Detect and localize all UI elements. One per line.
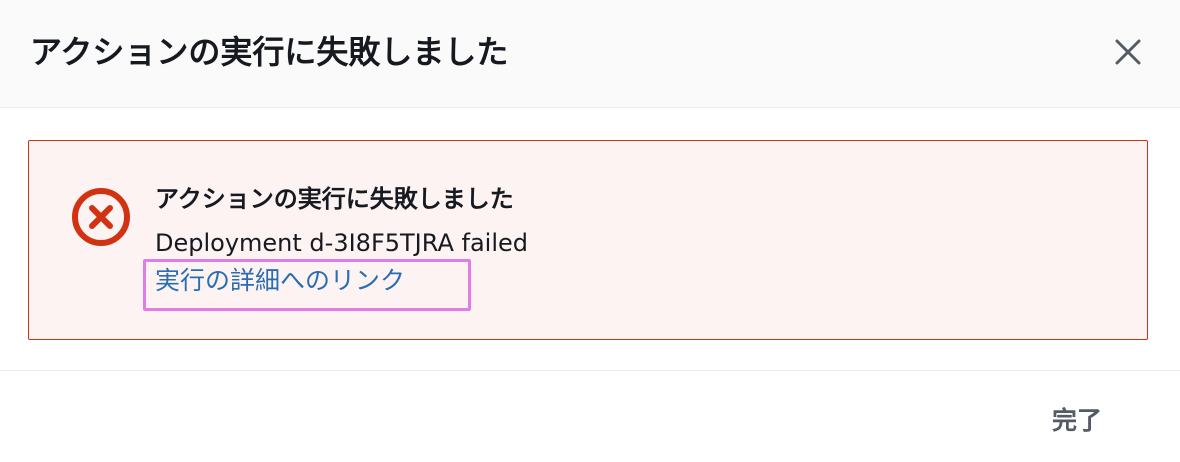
close-icon [1115, 39, 1141, 65]
close-button[interactable] [1106, 30, 1150, 74]
dialog-title: アクションの実行に失敗しました [30, 33, 509, 71]
alert-message: Deployment d-3I8F5TJRA failed [155, 229, 528, 257]
error-alert: アクションの実行に失敗しました Deployment d-3I8F5TJRA f… [28, 140, 1148, 340]
dialog-header: アクションの実行に失敗しました [0, 0, 1180, 108]
footer-divider [0, 370, 1180, 371]
alert-title: アクションの実行に失敗しました [155, 185, 514, 213]
done-button[interactable]: 完了 [1032, 396, 1122, 442]
error-circle-x-icon [72, 188, 130, 246]
execution-details-link[interactable]: 実行の詳細へのリンク [155, 261, 405, 301]
error-dialog: アクションの実行に失敗しました アクションの実行に失敗しました Deployme… [0, 0, 1180, 462]
